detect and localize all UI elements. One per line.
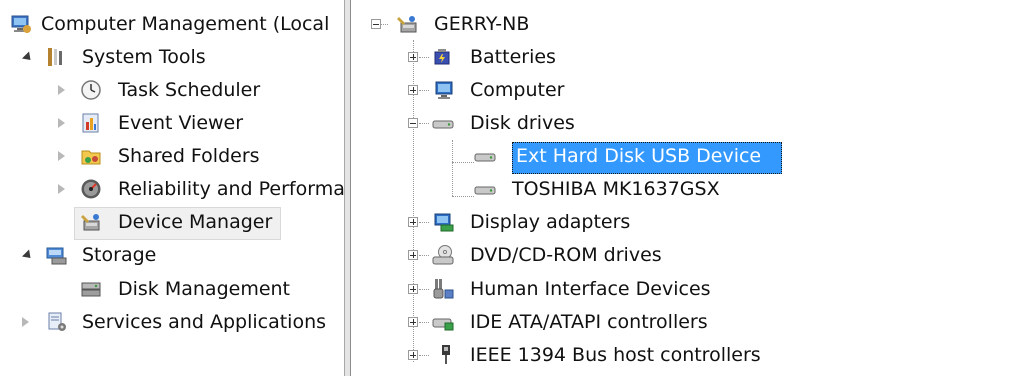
display-adapter-icon xyxy=(432,211,454,233)
tree-item-disk-management[interactable]: Disk Management xyxy=(0,273,344,305)
tree-item-label: Shared Folders xyxy=(118,145,260,167)
expand-box-icon[interactable] xyxy=(408,52,418,62)
computer-icon xyxy=(396,13,418,35)
expand-box-icon[interactable] xyxy=(408,85,418,95)
tree-item-services[interactable]: Services and Applications xyxy=(0,306,344,338)
ieee1394-icon xyxy=(436,344,458,366)
device-category-ide[interactable]: IDE ATA/ATAPI controllers xyxy=(352,306,1023,338)
tree-item-computer-management[interactable]: Computer Management (Local xyxy=(0,8,344,40)
tree-item-label: Device Manager xyxy=(118,211,273,233)
tree-item-label: Task Scheduler xyxy=(118,79,261,101)
event-viewer-icon xyxy=(80,112,102,134)
tree-item-label: IDE ATA/ATAPI controllers xyxy=(470,311,708,333)
collapse-box-icon[interactable] xyxy=(371,19,381,29)
device-manager-icon xyxy=(80,211,102,233)
tree-connector-line xyxy=(419,322,429,323)
tree-item-storage[interactable]: Storage xyxy=(0,239,344,271)
expand-arrow-icon[interactable] xyxy=(58,151,65,161)
tree-item-shared-folders[interactable]: Shared Folders xyxy=(0,140,344,172)
device-ext-hard-disk[interactable]: Ext Hard Disk USB Device xyxy=(352,140,1023,172)
tree-item-event-viewer[interactable]: Event Viewer xyxy=(0,107,344,139)
expand-arrow-icon[interactable] xyxy=(58,184,65,194)
tree-item-task-scheduler[interactable]: Task Scheduler xyxy=(0,74,344,106)
disk-drive-icon xyxy=(474,145,496,167)
tree-item-label: Storage xyxy=(82,244,157,266)
tree-item-label: Computer Management (Local xyxy=(41,13,330,35)
tree-item-label: GERRY-NB xyxy=(434,13,530,35)
collapse-box-icon[interactable] xyxy=(408,118,418,128)
computer-management-icon xyxy=(10,13,32,35)
tree-item-label: Display adapters xyxy=(470,211,631,233)
disk-drive-icon xyxy=(432,112,454,134)
device-tree-pane[interactable]: GERRY-NB Batteries Computer Disk drives … xyxy=(352,0,1023,376)
tools-icon xyxy=(44,46,66,68)
expand-box-icon[interactable] xyxy=(408,284,418,294)
tree-item-label: DVD/CD-ROM drives xyxy=(470,244,662,266)
tree-item-label: Event Viewer xyxy=(118,112,244,134)
console-tree-pane[interactable]: Computer Management (Local System Tools … xyxy=(0,0,344,376)
tree-connector-line xyxy=(419,289,429,290)
expand-arrow-icon[interactable] xyxy=(21,51,35,64)
pane-splitter[interactable] xyxy=(344,0,352,376)
tree-item-reliability[interactable]: Reliability and Performa xyxy=(0,173,344,205)
shared-folders-icon xyxy=(80,145,102,167)
tree-connector-line xyxy=(419,57,429,58)
tree-item-device-manager[interactable]: Device Manager xyxy=(0,206,344,238)
tree-connector-line xyxy=(419,355,429,356)
tree-connector-line xyxy=(419,255,429,256)
tree-connector-line xyxy=(419,90,429,91)
services-icon xyxy=(46,311,68,333)
device-category-ieee1394[interactable]: IEEE 1394 Bus host controllers xyxy=(352,339,1023,371)
tree-item-label: TOSHIBA MK1637GSX xyxy=(512,178,720,200)
expand-box-icon[interactable] xyxy=(408,217,418,227)
clock-icon xyxy=(80,79,102,101)
disk-drive-icon xyxy=(474,178,496,200)
device-category-hid[interactable]: Human Interface Devices xyxy=(352,273,1023,305)
tree-item-label: Ext Hard Disk USB Device xyxy=(516,145,762,167)
device-category-disk-drives[interactable]: Disk drives xyxy=(352,107,1023,139)
dvd-drive-icon xyxy=(432,244,454,266)
tree-item-label: Services and Applications xyxy=(82,311,327,333)
expand-box-icon[interactable] xyxy=(408,317,418,327)
device-tree-root[interactable]: GERRY-NB xyxy=(352,8,1023,40)
device-category-dvd-drives[interactable]: DVD/CD-ROM drives xyxy=(352,239,1023,271)
disk-management-icon xyxy=(80,278,102,300)
storage-icon xyxy=(46,244,68,266)
tree-item-label: Computer xyxy=(470,79,565,101)
device-category-display-adapters[interactable]: Display adapters xyxy=(352,206,1023,238)
tree-connector-line xyxy=(419,222,429,223)
tree-item-label: Batteries xyxy=(470,46,556,68)
tree-item-label: System Tools xyxy=(82,46,206,68)
device-category-batteries[interactable]: Batteries xyxy=(352,41,1023,73)
device-toshiba[interactable]: TOSHIBA MK1637GSX xyxy=(352,173,1023,205)
tree-item-label: IEEE 1394 Bus host controllers xyxy=(470,344,761,366)
tree-item-label: Disk drives xyxy=(470,112,575,134)
tree-item-label: Disk Management xyxy=(118,278,291,300)
hid-icon xyxy=(432,278,454,300)
tree-item-system-tools[interactable]: System Tools xyxy=(0,41,344,73)
tree-connector-line xyxy=(419,123,429,124)
expand-arrow-icon[interactable] xyxy=(58,85,65,95)
expand-box-icon[interactable] xyxy=(408,250,418,260)
expand-arrow-icon[interactable] xyxy=(21,249,35,262)
expand-box-icon[interactable] xyxy=(408,350,418,360)
expand-arrow-icon[interactable] xyxy=(58,118,65,128)
performance-gauge-icon xyxy=(80,178,102,200)
battery-icon xyxy=(432,46,454,68)
expand-arrow-icon[interactable] xyxy=(22,317,29,327)
device-category-computer[interactable]: Computer xyxy=(352,74,1023,106)
tree-item-label: Human Interface Devices xyxy=(470,278,711,300)
tree-item-label: Reliability and Performa xyxy=(118,178,344,200)
ide-controller-icon xyxy=(432,311,454,333)
monitor-icon xyxy=(432,79,454,101)
